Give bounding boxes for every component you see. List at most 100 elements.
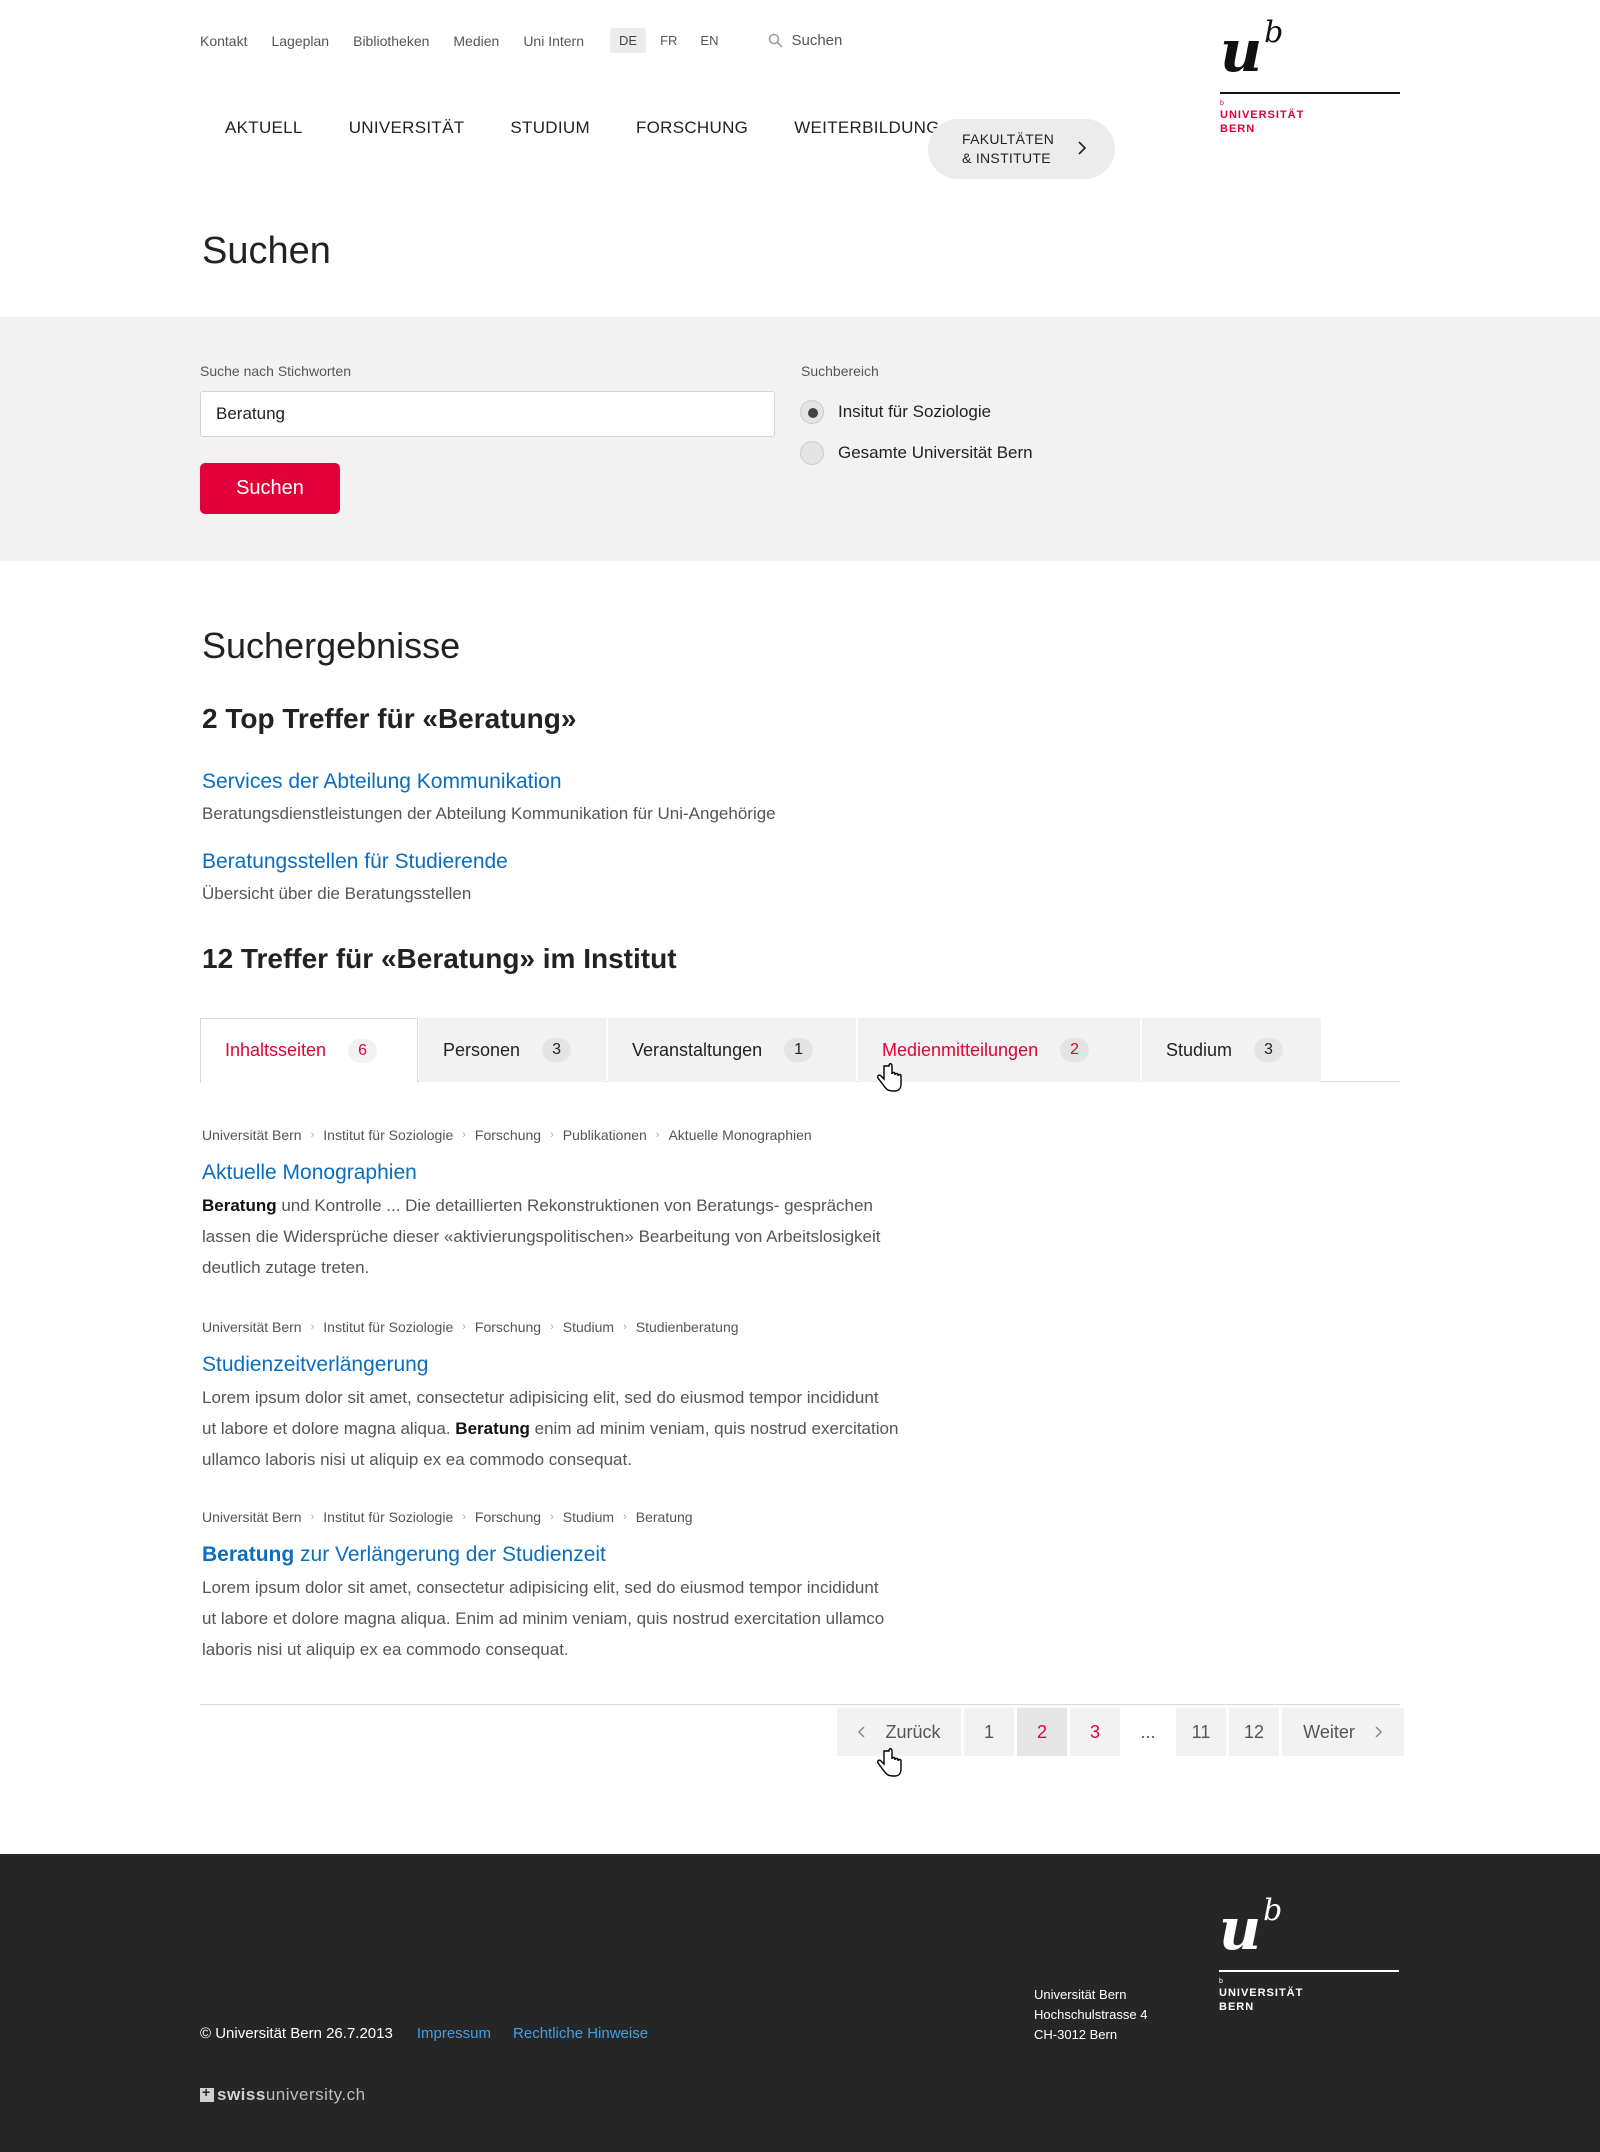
result-snippet: Beratung und Kontrolle ... Die detaillie… bbox=[202, 1196, 881, 1277]
top-hit-link[interactable]: Beratungsstellen für Studierende bbox=[202, 850, 508, 874]
chevron-right-icon: › bbox=[550, 1511, 554, 1523]
result-tabs: Inhaltsseiten 6 Personen 3 Veranstaltung… bbox=[200, 1018, 1400, 1083]
breadcrumb-item[interactable]: Universität Bern bbox=[202, 1509, 302, 1525]
breadcrumb-item[interactable]: Universität Bern bbox=[202, 1319, 302, 1335]
chevron-right-icon: › bbox=[310, 1129, 315, 1141]
tab-personen[interactable]: Personen 3 bbox=[419, 1018, 606, 1082]
nav-studium[interactable]: STUDIUM bbox=[510, 118, 590, 138]
breadcrumb-item[interactable]: Forschung bbox=[475, 1127, 541, 1143]
results-title: Suchergebnisse bbox=[202, 625, 461, 666]
tab-veranstaltungen[interactable]: Veranstaltungen 1 bbox=[608, 1018, 856, 1082]
pagination-page-11[interactable]: 11 bbox=[1176, 1708, 1226, 1756]
language-switcher: DE FR EN bbox=[610, 28, 732, 53]
logo-wordmark: b UNIVERSITÄT BERN bbox=[1220, 100, 1305, 135]
tab-count-badge: 3 bbox=[542, 1038, 571, 1062]
chevron-right-icon: › bbox=[550, 1321, 554, 1333]
swiss-cross-icon bbox=[200, 2084, 214, 2102]
topnav-lageplan[interactable]: Lageplan bbox=[271, 33, 329, 49]
radio-selected[interactable] bbox=[800, 400, 824, 424]
tab-label: Veranstaltungen bbox=[632, 1039, 763, 1060]
nav-weiterbildung[interactable]: WEITERBILDUNG bbox=[794, 118, 940, 138]
institute-hits-heading: 12 Treffer für «Beratung» im Institut bbox=[202, 943, 677, 974]
topnav-kontakt[interactable]: Kontakt bbox=[200, 33, 247, 49]
footer-logo[interactable]: ub b UNIVERSITÄT BERN bbox=[1219, 1893, 1399, 2014]
tab-studium[interactable]: Studium 3 bbox=[1142, 1018, 1321, 1082]
chevron-left-icon bbox=[858, 1726, 866, 1738]
pagination-page-1[interactable]: 1 bbox=[964, 1708, 1014, 1756]
scope-option-label: Insitut für Soziologie bbox=[838, 402, 992, 421]
tab-inhaltsseiten[interactable]: Inhaltsseiten 6 bbox=[200, 1018, 418, 1083]
top-hit-desc: Beratungsdienstleistungen der Abteilung … bbox=[202, 804, 776, 823]
top-hits-heading: 2 Top Treffer für «Beratung» bbox=[202, 703, 577, 734]
top-search-label: Suchen bbox=[791, 32, 843, 49]
pagination-next-button[interactable]: Weiter bbox=[1282, 1708, 1404, 1756]
logo-mark: ub bbox=[1220, 15, 1284, 85]
breadcrumb-item[interactable]: Studium bbox=[563, 1319, 614, 1335]
topnav-medien[interactable]: Medien bbox=[453, 33, 499, 49]
footer-legal-link[interactable]: Rechtliche Hinweise bbox=[513, 2025, 648, 2042]
nav-universitaet[interactable]: UNIVERSITÄT bbox=[349, 118, 465, 138]
pagination-page-2[interactable]: 2 bbox=[1017, 1708, 1067, 1756]
language-en[interactable]: EN bbox=[691, 28, 727, 53]
keyword-input[interactable] bbox=[200, 391, 775, 437]
breadcrumb-item[interactable]: Studienberatung bbox=[636, 1319, 739, 1335]
pagination-next-label: Weiter bbox=[1303, 1721, 1355, 1742]
tab-count-badge: 2 bbox=[1060, 1038, 1089, 1062]
language-fr[interactable]: FR bbox=[651, 28, 686, 53]
language-de[interactable]: DE bbox=[610, 28, 647, 53]
main-navigation: AKTUELL UNIVERSITÄT STUDIUM FORSCHUNG WE… bbox=[200, 118, 961, 138]
footer-impressum-link[interactable]: Impressum bbox=[417, 2025, 491, 2042]
tab-label: Studium bbox=[1166, 1039, 1233, 1060]
nav-aktuell[interactable]: AKTUELL bbox=[225, 118, 303, 138]
tab-count-badge: 6 bbox=[348, 1038, 377, 1063]
search-panel bbox=[0, 317, 1600, 561]
chevron-right-icon: › bbox=[655, 1129, 660, 1141]
page-title: Suchen bbox=[202, 230, 331, 272]
hand-cursor-icon bbox=[877, 1063, 902, 1092]
result-title-link[interactable]: Beratung zur Verlängerung der Studienzei… bbox=[202, 1543, 606, 1567]
breadcrumb-item[interactable]: Aktuelle Monographien bbox=[668, 1127, 811, 1143]
logo-rule bbox=[1219, 1970, 1399, 1972]
breadcrumb: Universität Bern › Institut für Soziologi… bbox=[202, 1509, 693, 1525]
nav-forschung[interactable]: FORSCHUNG bbox=[636, 118, 748, 138]
logo-mark: ub bbox=[1219, 1893, 1283, 1963]
scope-option-institute[interactable]: Insitut für Soziologie bbox=[800, 400, 991, 424]
top-search[interactable]: Suchen bbox=[768, 32, 842, 49]
chevron-right-icon: › bbox=[462, 1511, 466, 1523]
footer-copyright: © Universität Bern 26.7.2013 bbox=[200, 2025, 393, 2042]
pagination-page-3[interactable]: 3 bbox=[1070, 1708, 1120, 1756]
footer-address: Universität Bern Hochschulstrasse 4 CH-3… bbox=[1034, 1987, 1148, 2042]
breadcrumb-item[interactable]: Studium bbox=[563, 1509, 614, 1525]
faculties-button[interactable]: FAKULTÄTEN & INSTITUTE bbox=[928, 119, 1115, 179]
university-logo[interactable]: ub b UNIVERSITÄT BERN bbox=[1220, 15, 1400, 136]
chevron-right-icon: › bbox=[550, 1129, 554, 1141]
tab-count-badge: 1 bbox=[784, 1038, 814, 1062]
topnav-bibliotheken[interactable]: Bibliotheken bbox=[353, 33, 429, 49]
breadcrumb-item[interactable]: Universität Bern bbox=[202, 1127, 302, 1143]
faculties-label: FAKULTÄTEN & INSTITUTE bbox=[962, 131, 1055, 166]
top-hit-link[interactable]: Services der Abteilung Kommunikation bbox=[202, 770, 562, 794]
breadcrumb-item[interactable]: Forschung bbox=[475, 1509, 541, 1525]
logo-rule bbox=[1220, 92, 1400, 94]
tab-count-badge: 3 bbox=[1254, 1038, 1283, 1062]
pagination: Zurück 1 2 3 ... 11 12 Weiter bbox=[837, 1708, 1404, 1756]
scope-label: Suchbereich bbox=[801, 363, 879, 379]
breadcrumb-item[interactable]: Institut für Soziologie bbox=[323, 1127, 453, 1143]
tab-label: Personen bbox=[443, 1039, 521, 1060]
chevron-right-icon: › bbox=[462, 1321, 466, 1333]
result-title-link[interactable]: Studienzeitverlängerung bbox=[202, 1353, 429, 1377]
breadcrumb-item[interactable]: Institut für Soziologie bbox=[323, 1319, 453, 1335]
breadcrumb-item[interactable]: Institut für Soziologie bbox=[323, 1509, 453, 1525]
pagination-page-12[interactable]: 12 bbox=[1229, 1708, 1279, 1756]
swissuniversity-logo[interactable]: swissuniversity.ch bbox=[200, 2084, 366, 2105]
result-title-link[interactable]: Aktuelle Monographien bbox=[202, 1161, 417, 1185]
breadcrumb-item[interactable]: Beratung bbox=[636, 1509, 693, 1525]
result-snippet: Lorem ipsum dolor sit amet, consectetur … bbox=[202, 1388, 899, 1469]
breadcrumb-item[interactable]: Publikationen bbox=[563, 1127, 647, 1143]
topnav-uni-intern[interactable]: Uni Intern bbox=[523, 33, 584, 49]
breadcrumb: Universität Bern › Institut für Soziologi… bbox=[202, 1319, 739, 1335]
search-button[interactable]: Suchen bbox=[200, 463, 340, 514]
radio-unselected[interactable] bbox=[800, 441, 824, 465]
scope-option-university[interactable]: Gesamte Universität Bern bbox=[800, 441, 1033, 465]
breadcrumb-item[interactable]: Forschung bbox=[475, 1319, 541, 1335]
